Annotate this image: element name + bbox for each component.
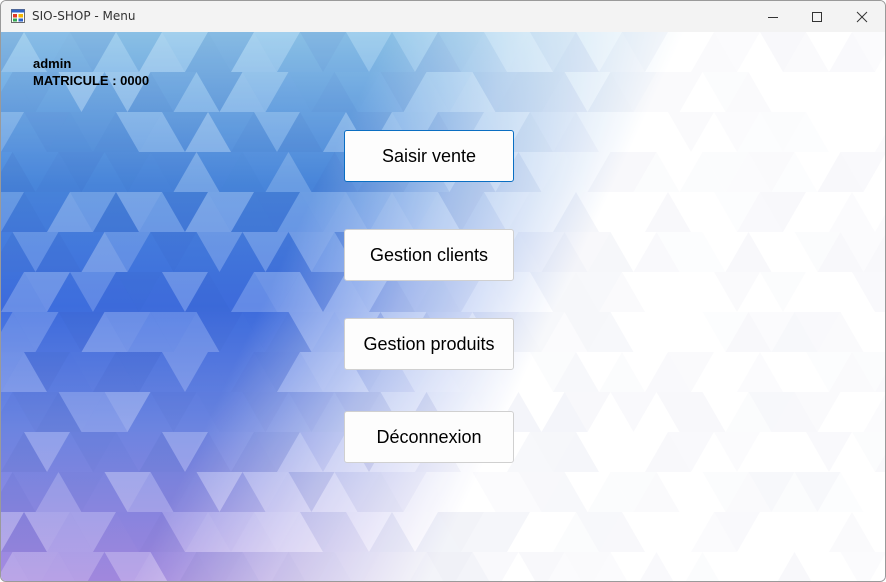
title-bar[interactable]: SIO-SHOP - Menu — [1, 1, 885, 32]
matricule-label: MATRICULE : 0000 — [33, 73, 150, 88]
close-button[interactable] — [839, 1, 885, 32]
gestion-clients-button[interactable]: Gestion clients — [344, 229, 514, 281]
minimize-icon — [768, 16, 778, 18]
saisir-vente-button[interactable]: Saisir vente — [344, 130, 514, 182]
maximize-button[interactable] — [794, 1, 840, 32]
minimize-button[interactable] — [750, 1, 796, 32]
close-icon — [856, 11, 868, 22]
menu-form: admin MATRICULE : 0000 Saisir vente Gest… — [1, 32, 885, 581]
app-window: SIO-SHOP - Menu admin MATRICULE : 0000 S… — [0, 0, 886, 582]
gestion-produits-button[interactable]: Gestion produits — [344, 318, 514, 370]
user-name-label: admin — [33, 56, 72, 71]
maximize-icon — [812, 11, 822, 22]
triangle-background-pattern — [1, 32, 885, 581]
deconnexion-button[interactable]: Déconnexion — [344, 411, 514, 463]
app-icon — [11, 9, 25, 23]
window-title: SIO-SHOP - Menu — [32, 9, 136, 23]
